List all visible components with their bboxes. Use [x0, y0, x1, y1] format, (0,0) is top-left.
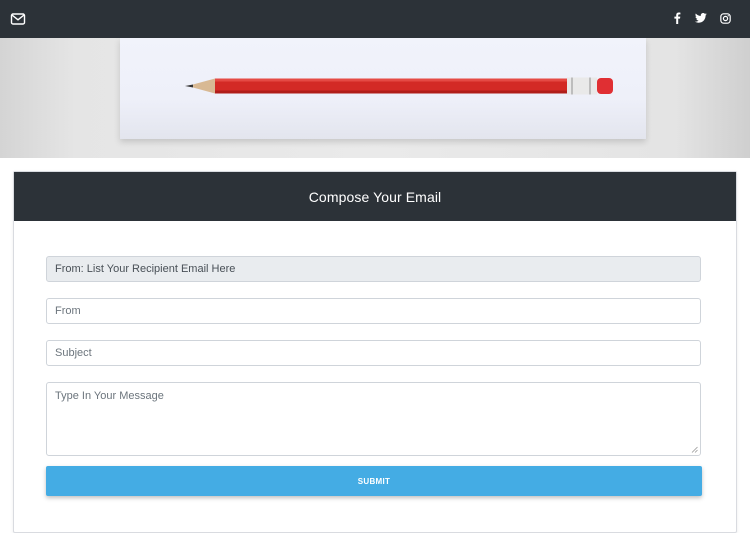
- subject-input-placeholder: Subject: [55, 347, 92, 359]
- compose-title: Compose Your Email: [14, 172, 736, 221]
- hero-banner-image: [0, 38, 750, 158]
- top-navbar: [0, 0, 750, 38]
- twitter-icon[interactable]: [694, 11, 708, 25]
- submit-button[interactable]: SUBMIT: [46, 466, 702, 496]
- resize-grip-icon[interactable]: [691, 446, 698, 453]
- recipient-field[interactable]: From: List Your Recipient Email Here: [46, 256, 701, 282]
- from-input[interactable]: From: [46, 298, 701, 324]
- message-textarea-placeholder: Type In Your Message: [55, 390, 164, 402]
- envelope-icon[interactable]: [10, 11, 26, 27]
- pencil-image: [185, 77, 613, 95]
- from-input-placeholder: From: [55, 305, 81, 317]
- recipient-field-value: From: List Your Recipient Email Here: [55, 263, 236, 275]
- message-textarea[interactable]: Type In Your Message: [46, 382, 701, 456]
- subject-input[interactable]: Subject: [46, 340, 701, 366]
- compose-email-card: Compose Your Email From: List Your Recip…: [13, 171, 737, 533]
- instagram-icon[interactable]: [718, 11, 732, 25]
- facebook-icon[interactable]: [670, 11, 684, 25]
